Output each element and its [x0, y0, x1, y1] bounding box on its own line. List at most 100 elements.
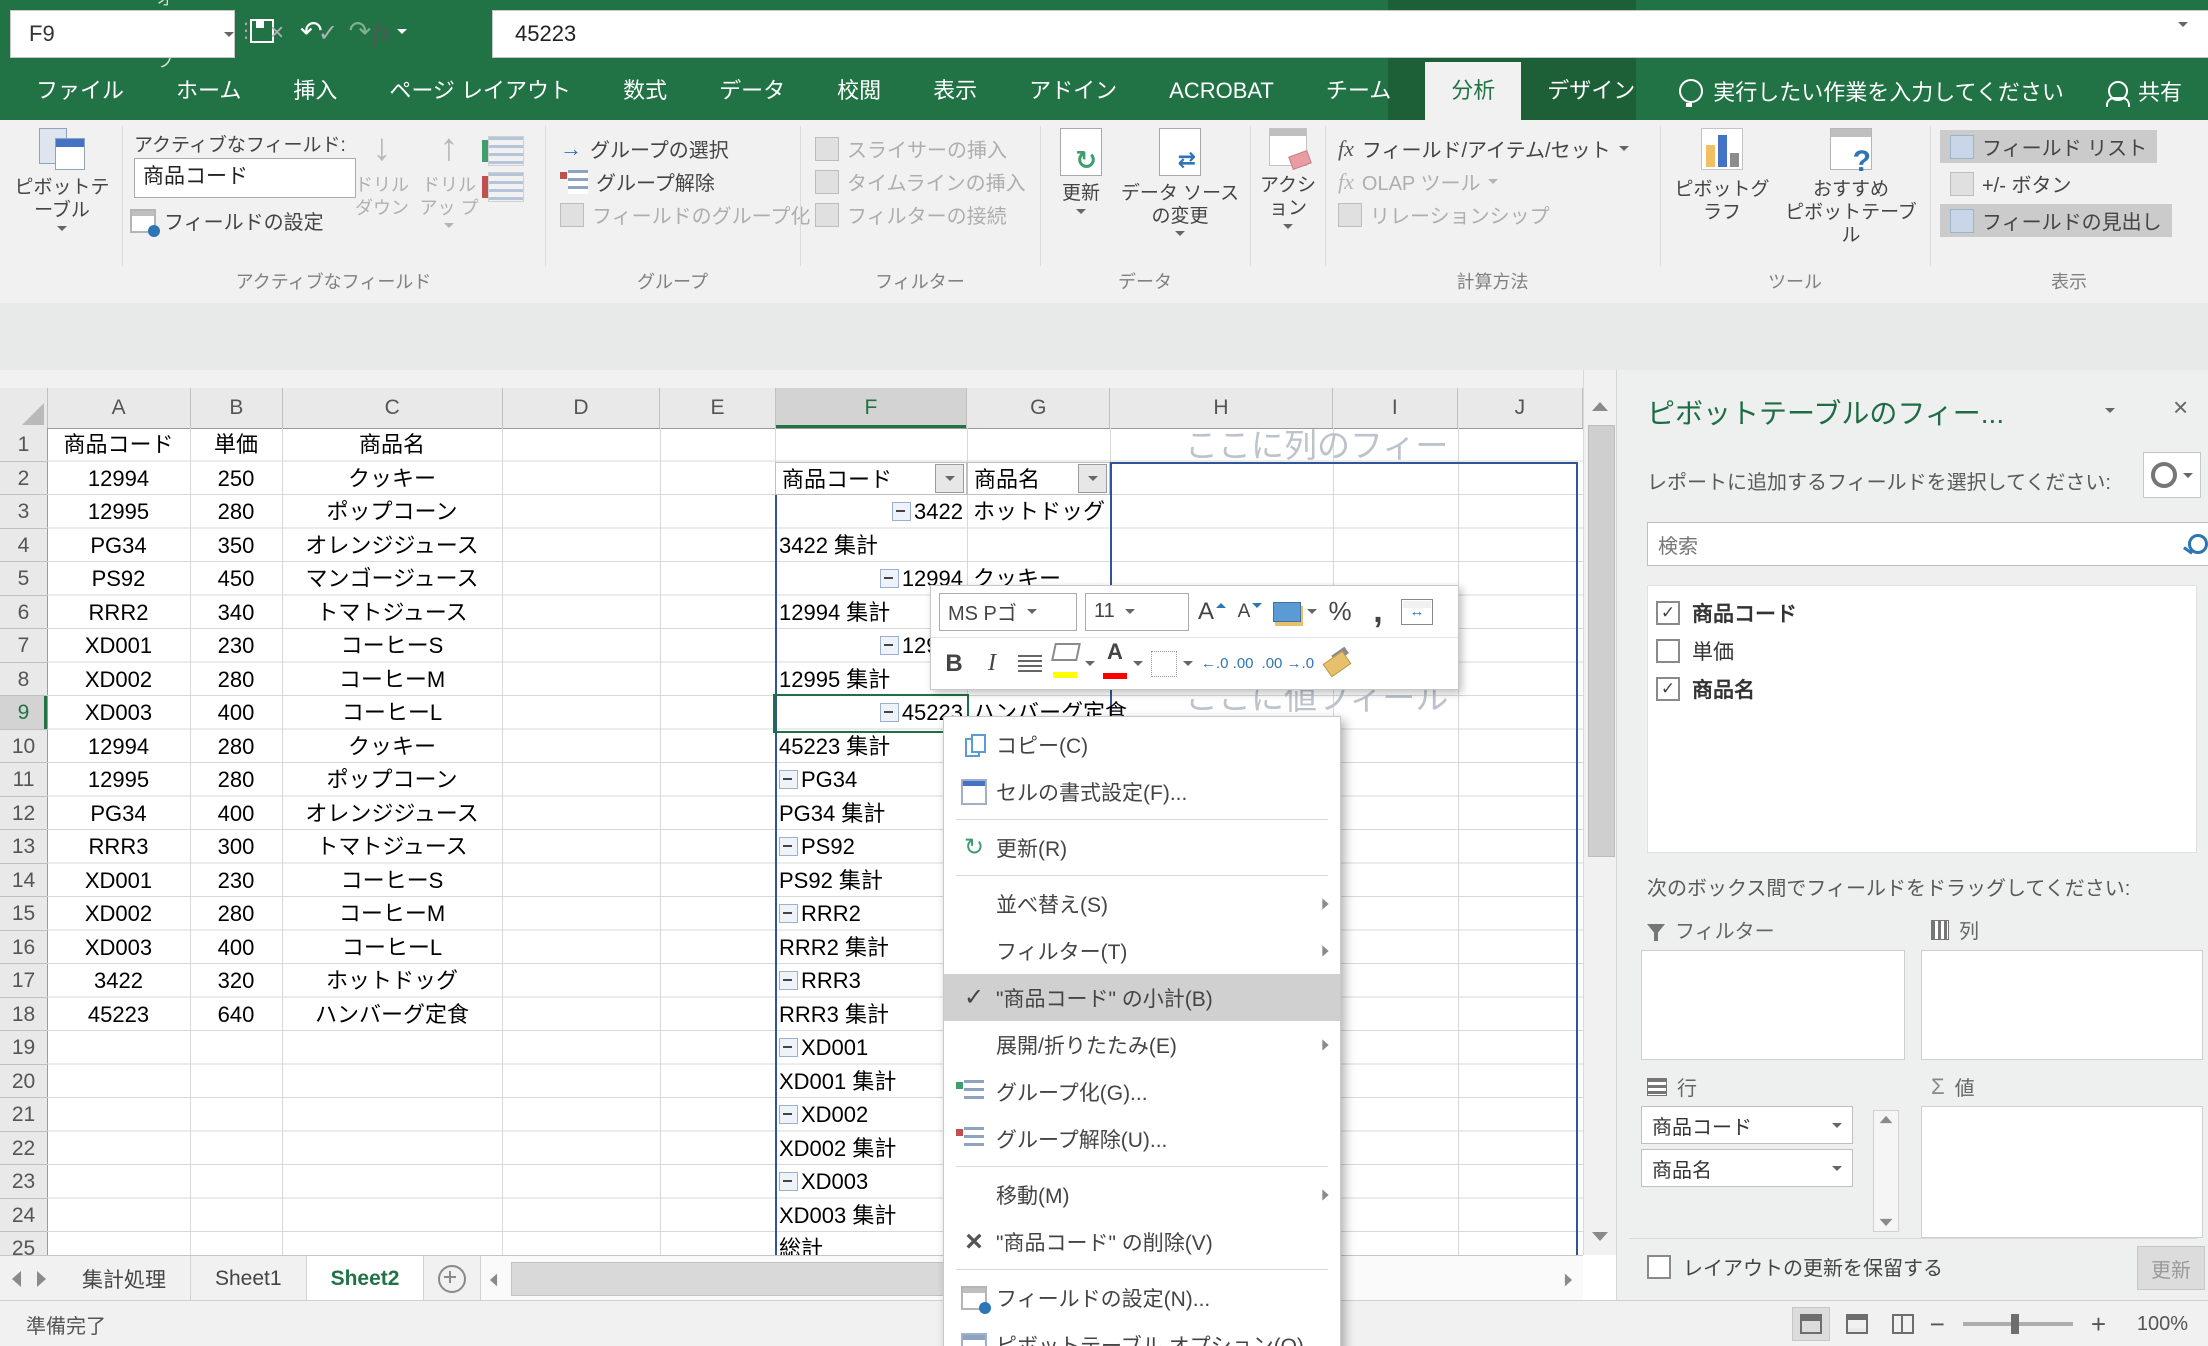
cell[interactable]: 3422: [47, 964, 190, 998]
collapse-button-icon[interactable]: [779, 1172, 798, 1191]
tell-me-box[interactable]: 実行したい作業を入力してください: [1679, 75, 2064, 107]
center-button[interactable]: [1015, 646, 1045, 682]
pivot-subtotal-row[interactable]: RRR2 集計: [775, 931, 967, 965]
page-layout-view-button[interactable]: [1838, 1307, 1876, 1341]
menu-item-filter[interactable]: フィルター(T): [944, 927, 1340, 974]
row-header[interactable]: 6: [0, 596, 47, 630]
field-item-name[interactable]: ✓商品名: [1648, 670, 2196, 708]
menu-item-sort[interactable]: 並べ替え(S): [944, 880, 1340, 927]
hscroll-right-button[interactable]: [1564, 1270, 1573, 1294]
column-header-g[interactable]: G: [967, 388, 1110, 428]
pivot-subtotal-row[interactable]: PS92 集計: [775, 864, 967, 898]
refresh-button[interactable]: ↻ 更新: [1048, 128, 1114, 214]
collapse-button-icon[interactable]: [880, 636, 899, 655]
row-header[interactable]: 16: [0, 931, 47, 965]
pane-close-icon[interactable]: ×: [2173, 392, 2188, 423]
name-box-dropdown-icon[interactable]: [224, 32, 234, 37]
row-header[interactable]: 10: [0, 730, 47, 764]
plus-minus-buttons-toggle[interactable]: +/- ボタン: [1940, 167, 2081, 200]
vertical-scroll-thumb[interactable]: [1588, 425, 1615, 857]
insert-slicer-button[interactable]: スライサーの挿入: [815, 132, 1007, 165]
font-name-select[interactable]: MS Pゴ: [939, 593, 1077, 631]
cancel-icon[interactable]: ×: [270, 19, 284, 47]
sheet-tab-shukei[interactable]: 集計処理: [58, 1256, 191, 1301]
active-field-input[interactable]: 商品コード: [134, 158, 356, 198]
cell[interactable]: 280: [190, 897, 282, 931]
sheet-prev-icon[interactable]: [12, 1271, 21, 1287]
cell[interactable]: 280: [190, 495, 282, 529]
cell[interactable]: 280: [190, 663, 282, 697]
scroll-up-icon[interactable]: [1880, 1116, 1893, 1123]
collapse-button-icon[interactable]: [779, 971, 798, 990]
pivot-item-row[interactable]: XD003: [775, 1165, 967, 1199]
zoom-in-button[interactable]: +: [2091, 1309, 2106, 1340]
collapse-button-icon[interactable]: [880, 569, 899, 588]
pivot-grandtotal-row[interactable]: 総計: [775, 1232, 967, 1255]
values-drop-area[interactable]: [1921, 1106, 2203, 1238]
formula-bar-expand-icon[interactable]: [2178, 22, 2188, 27]
cell[interactable]: RRR3: [47, 830, 190, 864]
zoom-slider-thumb[interactable]: [2011, 1314, 2019, 1334]
pivot-subtotal-row[interactable]: XD001 集計: [775, 1065, 967, 1099]
cell[interactable]: 400: [190, 696, 282, 730]
cell[interactable]: XD003: [47, 931, 190, 965]
zoom-slider[interactable]: [1963, 1322, 2073, 1326]
row-header[interactable]: 25: [0, 1232, 47, 1255]
pivot-item-row[interactable]: PS92: [775, 830, 967, 864]
tools-gear-button[interactable]: [2143, 452, 2201, 498]
cell[interactable]: PG34: [47, 797, 190, 831]
cell[interactable]: 350: [190, 529, 282, 563]
column-header-j[interactable]: J: [1458, 388, 1583, 428]
collapse-button-icon[interactable]: [779, 837, 798, 856]
cell[interactable]: 640: [190, 998, 282, 1032]
cell[interactable]: コーヒーS: [282, 864, 502, 898]
search-input[interactable]: 検索: [1647, 522, 2208, 566]
row-header[interactable]: 12: [0, 797, 47, 831]
field-headers-toggle[interactable]: フィールドの見出し: [1940, 204, 2172, 237]
row-field-chip[interactable]: 商品名: [1641, 1149, 1853, 1187]
grow-font-button[interactable]: A: [1197, 594, 1227, 630]
row-header[interactable]: 21: [0, 1098, 47, 1132]
recommended-pivottables-button[interactable]: ? おすすめ ピボットテーブル: [1776, 128, 1926, 247]
columns-drop-area[interactable]: [1921, 950, 2203, 1060]
checkbox-checked-icon[interactable]: ✓: [1656, 601, 1680, 625]
chip-scrollbar[interactable]: [1873, 1110, 1899, 1232]
menu-item-move[interactable]: 移動(M): [944, 1171, 1340, 1218]
cell[interactable]: ハンバーグ定食: [282, 998, 502, 1032]
cell[interactable]: XD001: [47, 864, 190, 898]
tab-formulas[interactable]: 数式: [597, 62, 693, 120]
merge-button[interactable]: ↔: [1401, 594, 1433, 630]
increase-decimal-button[interactable]: .00 →.0: [1262, 646, 1315, 682]
column-header-d[interactable]: D: [503, 388, 661, 428]
pivot-item-row[interactable]: XD002: [775, 1098, 967, 1132]
comma-style-button[interactable]: ,: [1363, 594, 1393, 630]
collapse-button-icon[interactable]: [892, 502, 911, 521]
worksheet-area[interactable]: A B C D E F G H I J 1 2 3 4 5 6 7 8 9 10…: [0, 370, 1583, 1255]
cell[interactable]: 230: [190, 864, 282, 898]
column-header-b[interactable]: B: [191, 388, 283, 428]
italic-button[interactable]: I: [977, 646, 1007, 682]
vertical-scrollbar[interactable]: [1583, 370, 1617, 1255]
field-item-price[interactable]: 単価: [1648, 632, 2196, 670]
pivot-subtotal-row[interactable]: XD003 集計: [775, 1199, 967, 1233]
cell[interactable]: コーヒーL: [282, 931, 502, 965]
cell[interactable]: 340: [190, 596, 282, 630]
checkbox-unchecked-icon[interactable]: [1656, 639, 1680, 663]
cell[interactable]: クッキー: [282, 730, 502, 764]
pivottable-button[interactable]: ピボットテーブル: [14, 128, 110, 231]
filter-dropdown-button[interactable]: [1078, 464, 1107, 493]
tab-insert[interactable]: 挿入: [267, 62, 363, 120]
cell[interactable]: コーヒーL: [282, 696, 502, 730]
cell[interactable]: XD001: [47, 629, 190, 663]
tab-file[interactable]: ファイル: [10, 62, 150, 120]
cell[interactable]: オレンジジュース: [282, 529, 502, 563]
menu-item-subtotal[interactable]: ✓"商品コード" の小計(B): [944, 974, 1340, 1021]
cell[interactable]: XD002: [47, 663, 190, 697]
cell[interactable]: ポップコーン: [282, 763, 502, 797]
update-button[interactable]: 更新: [2137, 1246, 2205, 1290]
tab-view[interactable]: 表示: [907, 62, 1003, 120]
cell[interactable]: 320: [190, 964, 282, 998]
row-header[interactable]: 3: [0, 495, 47, 529]
pivot-item-row[interactable]: 3422: [775, 495, 967, 529]
column-header-h[interactable]: H: [1110, 388, 1332, 428]
